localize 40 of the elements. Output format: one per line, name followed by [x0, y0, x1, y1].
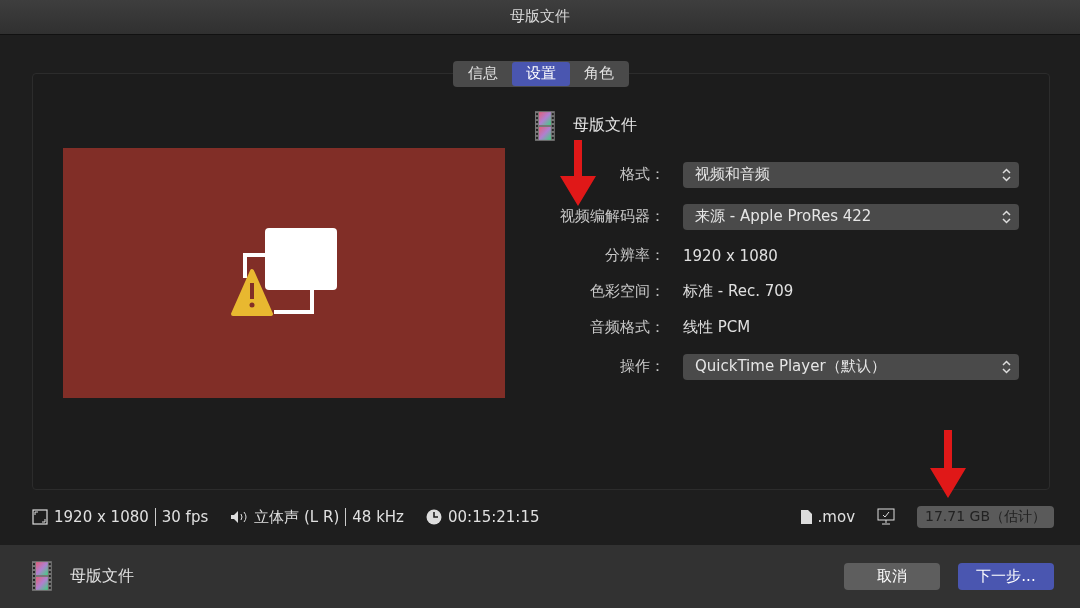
clock-icon — [426, 509, 442, 526]
dropdown[interactable]: QuickTime Player（默认） — [683, 353, 1019, 380]
cancel-button[interactable]: 取消 — [844, 562, 940, 590]
sample-rate-text: 48 kHz — [352, 508, 404, 527]
dropdown[interactable]: 视频和音频 — [683, 161, 1019, 188]
tab[interactable]: 角色 — [570, 61, 628, 86]
file-size-estimate: 17.71 GB（估计） — [917, 506, 1054, 529]
fps-text: 30 fps — [161, 508, 209, 527]
missing-media-warning-icon — [231, 227, 337, 318]
annotation-arrow — [560, 140, 596, 206]
setting-label: 视频编解码器： — [559, 207, 665, 227]
duration-text: 00:15:21:15 — [448, 508, 540, 527]
setting-label: 分辨率： — [604, 246, 665, 266]
chevron-updown-icon — [1002, 167, 1011, 182]
monitor-icon — [877, 508, 895, 527]
setting-value: 标准 - Rec. 709 — [683, 282, 795, 302]
setting-value: 线性 PCM — [683, 318, 752, 338]
resolution-text: 1920 x 1080 — [54, 508, 149, 527]
setting-label: 操作： — [619, 357, 665, 377]
preset-name: 母版文件 — [572, 115, 637, 137]
audio-channels-text: 立体声 (L R) — [254, 507, 340, 527]
speaker-icon — [230, 510, 249, 525]
tab[interactable]: 设置 — [512, 61, 570, 86]
film-icon — [32, 561, 52, 592]
tab[interactable]: 信息 — [454, 61, 512, 86]
film-icon — [535, 110, 555, 141]
preset-name: 母版文件 — [69, 565, 134, 587]
setting-label: 色彩空间： — [589, 282, 665, 302]
document-icon — [800, 510, 812, 525]
setting-label: 格式： — [619, 165, 665, 185]
chevron-updown-icon — [1002, 359, 1011, 374]
chevron-updown-icon — [1002, 209, 1011, 224]
annotation-arrow — [930, 430, 966, 498]
window-title: 母版文件 — [510, 7, 570, 27]
dropdown[interactable]: 来源 - Apple ProRes 422 — [683, 203, 1019, 230]
file-extension-text: .mov — [817, 508, 855, 527]
setting-value: 1920 x 1080 — [683, 246, 779, 265]
frame-size-icon — [32, 509, 48, 526]
next-button[interactable]: 下一步... — [958, 562, 1054, 590]
setting-label: 音频格式： — [589, 318, 665, 338]
